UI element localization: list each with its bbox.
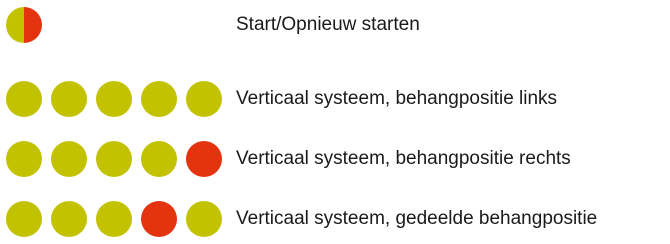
green-indicator-dot xyxy=(186,201,222,237)
green-indicator-dot xyxy=(96,141,132,177)
legend-row-vertical-left: Verticaal systeem, behangpositie links xyxy=(0,74,670,124)
green-indicator-dot xyxy=(141,81,177,117)
green-indicator-dot xyxy=(6,201,42,237)
green-indicator-dot xyxy=(6,81,42,117)
red-indicator-dot xyxy=(186,141,222,177)
green-indicator-dot xyxy=(141,141,177,177)
legend-label: Start/Opnieuw starten xyxy=(236,14,420,35)
green-indicator-dot xyxy=(6,141,42,177)
green-indicator-dot xyxy=(96,201,132,237)
split-indicator-dot xyxy=(6,7,42,43)
legend-label: Verticaal systeem, behangpositie links xyxy=(236,88,558,109)
green-indicator-dot xyxy=(51,201,87,237)
indicator-legend: Start/Opnieuw starten Verticaal systeem,… xyxy=(0,0,670,241)
indicator-dots xyxy=(6,7,222,43)
green-indicator-dot xyxy=(51,81,87,117)
legend-row-vertical-right: Verticaal systeem, behangpositie rechts xyxy=(0,134,670,184)
legend-label: Verticaal systeem, gedeelde behangpositi… xyxy=(236,208,598,229)
indicator-dots xyxy=(6,201,222,237)
green-indicator-dot xyxy=(186,81,222,117)
legend-row-vertical-shared: Verticaal systeem, gedeelde behangpositi… xyxy=(0,194,670,244)
green-indicator-dot xyxy=(51,141,87,177)
indicator-dots xyxy=(6,81,222,117)
indicator-dots xyxy=(6,141,222,177)
legend-label: Verticaal systeem, behangpositie rechts xyxy=(236,148,571,169)
red-indicator-dot xyxy=(141,201,177,237)
green-indicator-dot xyxy=(96,81,132,117)
legend-row-start-restart: Start/Opnieuw starten xyxy=(0,0,670,50)
